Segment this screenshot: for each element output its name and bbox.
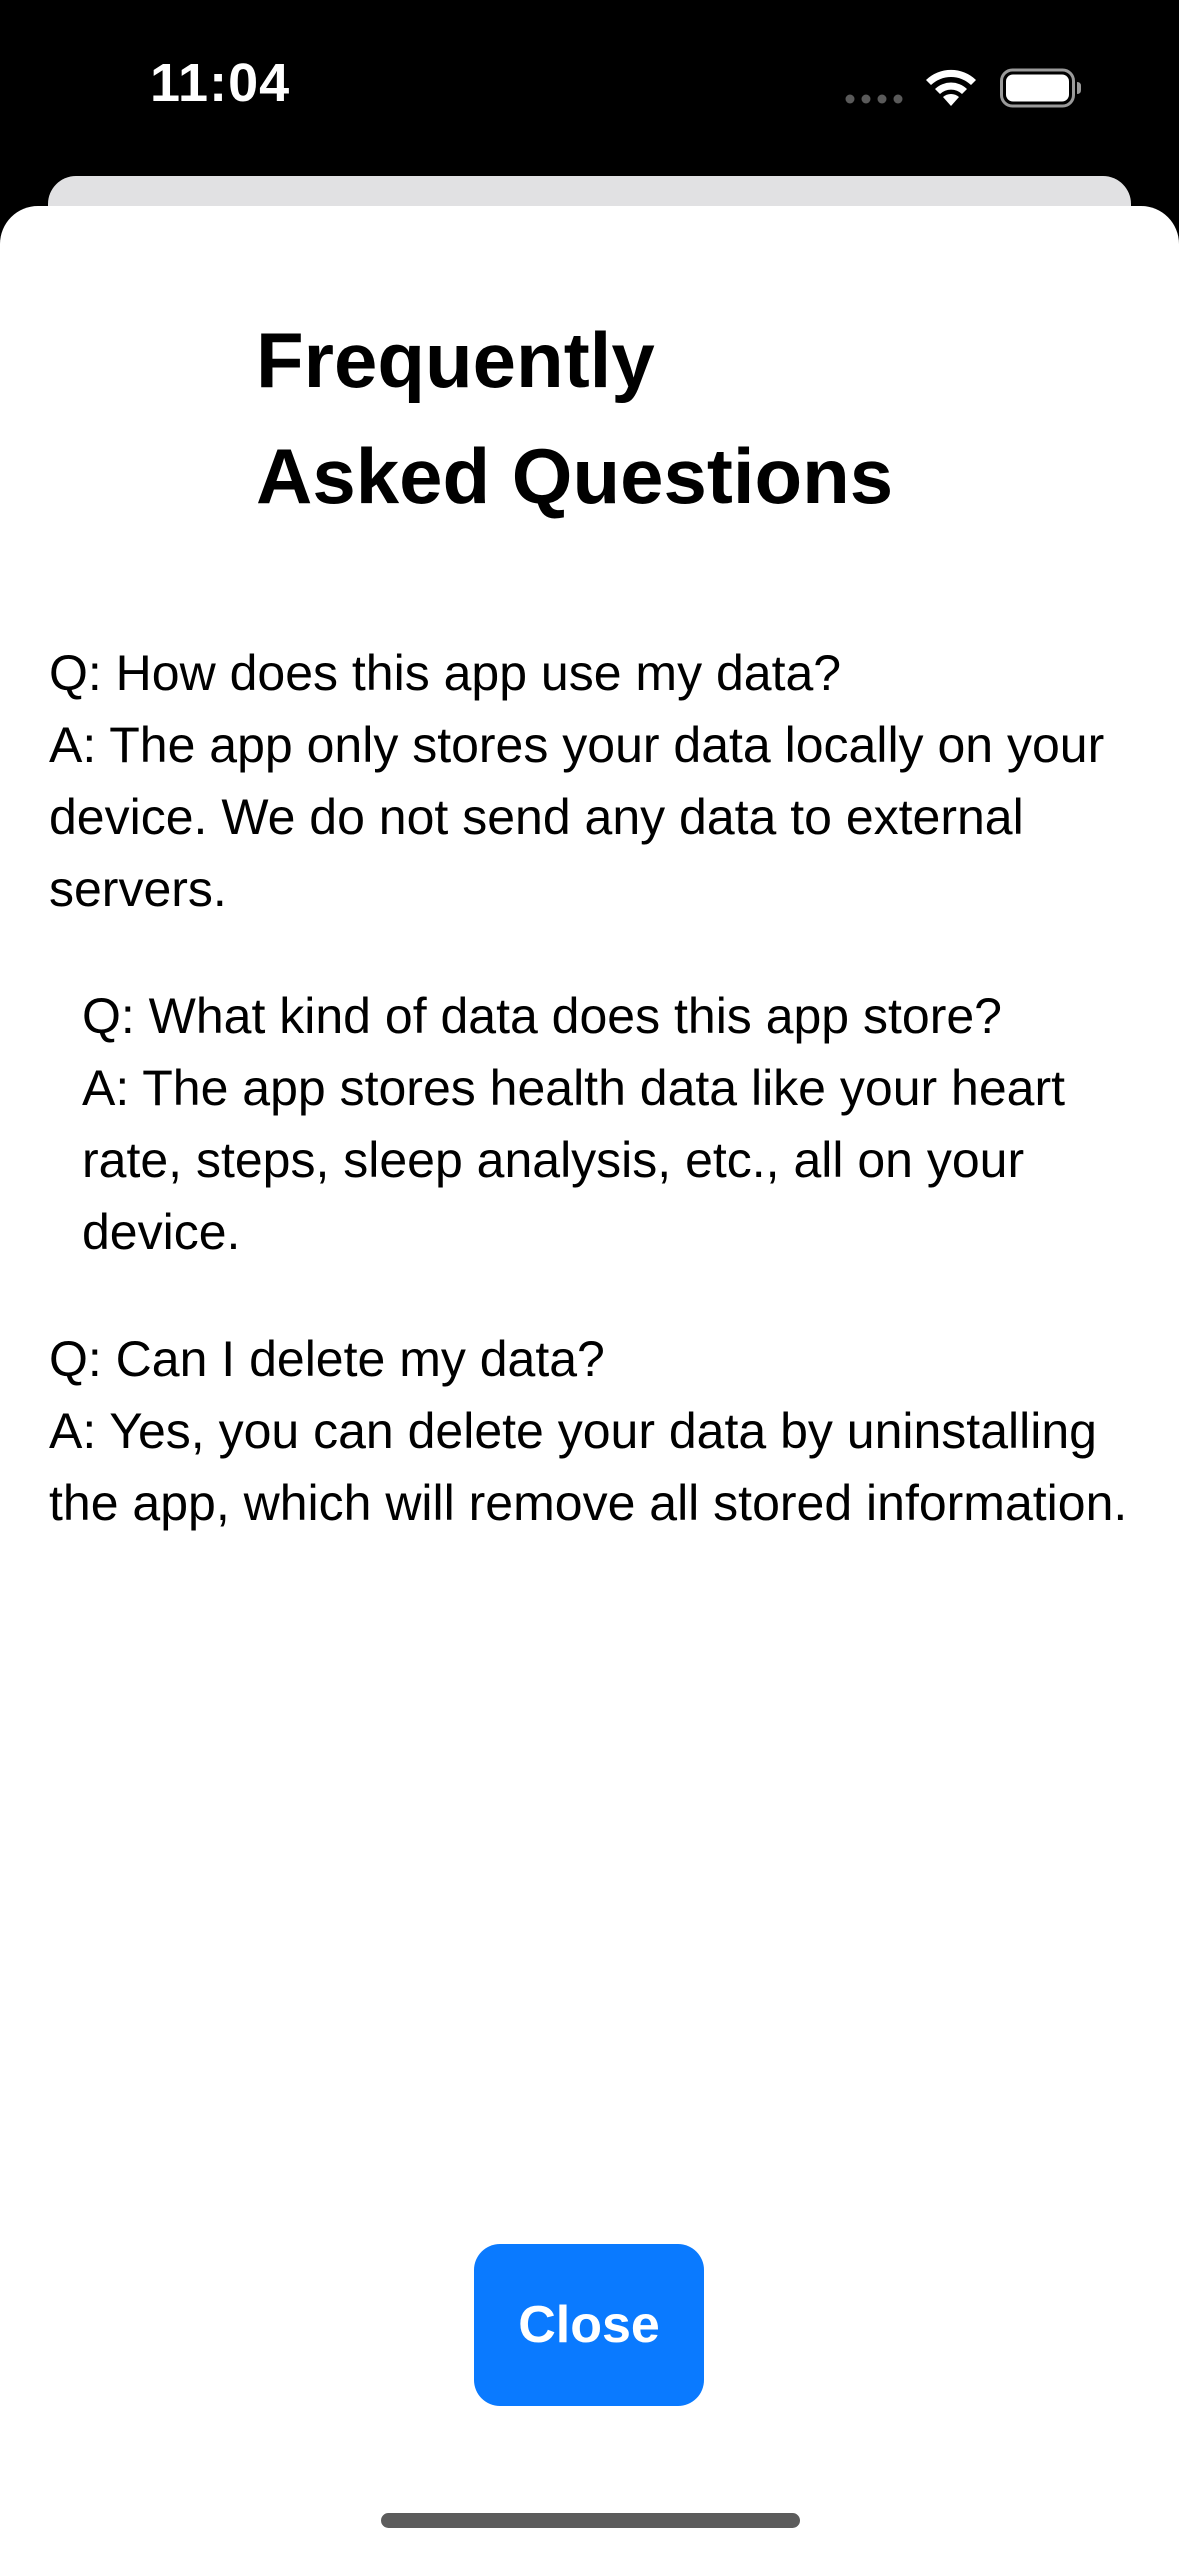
- page-title: Frequently Asked Questions: [256, 302, 956, 534]
- faq-item: Q: What kind of data does this app store…: [82, 980, 1142, 1268]
- faq-answer: A: Yes, you can delete your data by unin…: [49, 1403, 1128, 1531]
- faq-question: Q: Can I delete my data?: [49, 1331, 605, 1387]
- faq-item: Q: Can I delete my data? A: Yes, you can…: [49, 1323, 1149, 1539]
- title-line-1: Frequently: [256, 316, 655, 404]
- home-indicator[interactable]: [381, 2513, 800, 2528]
- status-bar: 11:04: [0, 0, 1179, 175]
- signal-dots-icon: [845, 94, 903, 104]
- close-button[interactable]: Close: [474, 2244, 704, 2406]
- faq-answer: A: The app only stores your data locally…: [49, 717, 1105, 917]
- title-line-2: Asked Questions: [256, 432, 894, 520]
- faq-question: Q: How does this app use my data?: [49, 645, 842, 701]
- battery-icon: [1000, 68, 1081, 108]
- faq-question: Q: What kind of data does this app store…: [82, 988, 1002, 1044]
- wifi-icon: [926, 69, 976, 106]
- faq-answer: A: The app stores health data like your …: [82, 1060, 1066, 1260]
- faq-item: Q: How does this app use my data? A: The…: [49, 637, 1149, 925]
- status-time: 11:04: [150, 53, 291, 113]
